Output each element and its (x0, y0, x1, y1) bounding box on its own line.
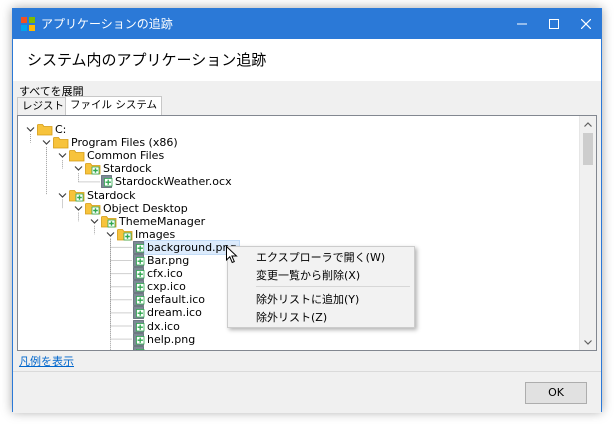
minimize-icon (517, 23, 527, 25)
show-legend-link[interactable]: 凡例を表示 (19, 355, 74, 368)
tree-node-label[interactable]: Images (135, 228, 175, 241)
minimize-button[interactable] (506, 9, 538, 39)
expand-toggle-icon[interactable] (58, 191, 67, 200)
chevron-up-icon (584, 121, 592, 127)
tree-node-label[interactable]: cfx.ico (147, 267, 183, 280)
tree-node-label[interactable]: Program Files (x86) (71, 136, 178, 149)
ok-button[interactable]: OK (525, 382, 587, 404)
tab-file-system[interactable]: ファイル システム (65, 96, 163, 115)
tree-node-label[interactable]: cxp.ico (147, 280, 186, 293)
tracked-file-icon (133, 280, 145, 294)
tree-node-label[interactable]: dream.ico (147, 306, 202, 319)
page-title: システム内のアプリケーション追跡 (27, 51, 267, 69)
tracked-file-icon (133, 240, 145, 254)
folder-icon (69, 150, 85, 162)
close-button[interactable] (570, 9, 602, 39)
app-icon (21, 17, 35, 31)
tree-node-label[interactable]: Stardock (87, 189, 136, 202)
tree-node-label[interactable]: help.png (147, 333, 195, 346)
tracked-folder-icon (101, 215, 117, 228)
chevron-down-icon (584, 339, 592, 345)
expand-toggle-icon[interactable] (58, 151, 67, 160)
tracked-folder-icon (69, 189, 85, 201)
expand-toggle-icon[interactable] (74, 164, 83, 173)
app-window: アプリケーションの追跡 システム内のアプリケーション追跡 すべてを展開 レジスト… (12, 8, 602, 413)
tracked-file-icon (101, 175, 113, 189)
tracked-file-icon (133, 267, 145, 280)
tree-node-label[interactable]: StardockWeather.ocx (115, 175, 232, 188)
folder-icon (37, 124, 53, 136)
folder-icon (53, 137, 69, 149)
menu-separator (256, 286, 410, 287)
menu-item-remove-from-changes[interactable]: 変更一覧から削除(X) (256, 269, 360, 283)
title-bar[interactable]: アプリケーションの追跡 (13, 9, 601, 39)
expand-toggle-icon[interactable] (106, 230, 115, 239)
expand-toggle-icon[interactable] (26, 125, 35, 134)
tree-node-label[interactable]: Bar.png (147, 254, 189, 267)
close-icon (581, 19, 591, 29)
scroll-down-button[interactable] (580, 334, 596, 350)
tracked-file-icon (133, 332, 145, 346)
tracked-file-icon (133, 345, 145, 350)
menu-item-open-in-explorer[interactable]: エクスプローラで開く(W) (256, 251, 385, 265)
context-menu: エクスプローラで開く(W) 変更一覧から削除(X) 除外リストに追加(Y) 除外… (227, 246, 415, 328)
tracked-folder-icon (85, 202, 101, 214)
tracked-file-icon (133, 293, 145, 307)
tree-node-label[interactable]: Stardock (103, 162, 152, 175)
expand-toggle-icon[interactable] (42, 138, 51, 147)
tree-node-label[interactable]: ThemeManager (119, 215, 205, 228)
tree-node-label[interactable]: default.ico (147, 293, 205, 306)
maximize-button[interactable] (538, 9, 570, 39)
footer-bar: OK (13, 372, 601, 413)
menu-item-exclusion-list[interactable]: 除外リスト(Z) (256, 311, 327, 325)
maximize-icon (549, 19, 559, 29)
scroll-up-button[interactable] (580, 116, 596, 132)
tracked-file-icon (133, 254, 145, 267)
vertical-scrollbar[interactable] (579, 116, 596, 350)
scroll-thumb[interactable] (583, 133, 593, 165)
mouse-cursor-icon (226, 246, 238, 264)
header-area: システム内のアプリケーション追跡 (13, 39, 601, 81)
tree-node-label[interactable]: background.png (144, 239, 240, 255)
expand-toggle-icon[interactable] (90, 217, 99, 226)
tree-node-label[interactable]: C: (55, 123, 66, 136)
expand-toggle-icon[interactable] (74, 204, 83, 213)
window-title: アプリケーションの追跡 (41, 17, 173, 31)
tracked-file-icon (133, 319, 145, 333)
tracked-folder-icon (117, 228, 133, 241)
tracked-file-icon (133, 306, 145, 320)
tracked-folder-icon (85, 163, 101, 175)
tree-node-label[interactable]: dx.ico (147, 320, 180, 333)
tree-node-label[interactable]: Common Files (87, 149, 164, 162)
tree-node-label[interactable]: Object Desktop (103, 202, 188, 215)
menu-item-add-to-exclusions[interactable]: 除外リストに追加(Y) (256, 293, 359, 307)
